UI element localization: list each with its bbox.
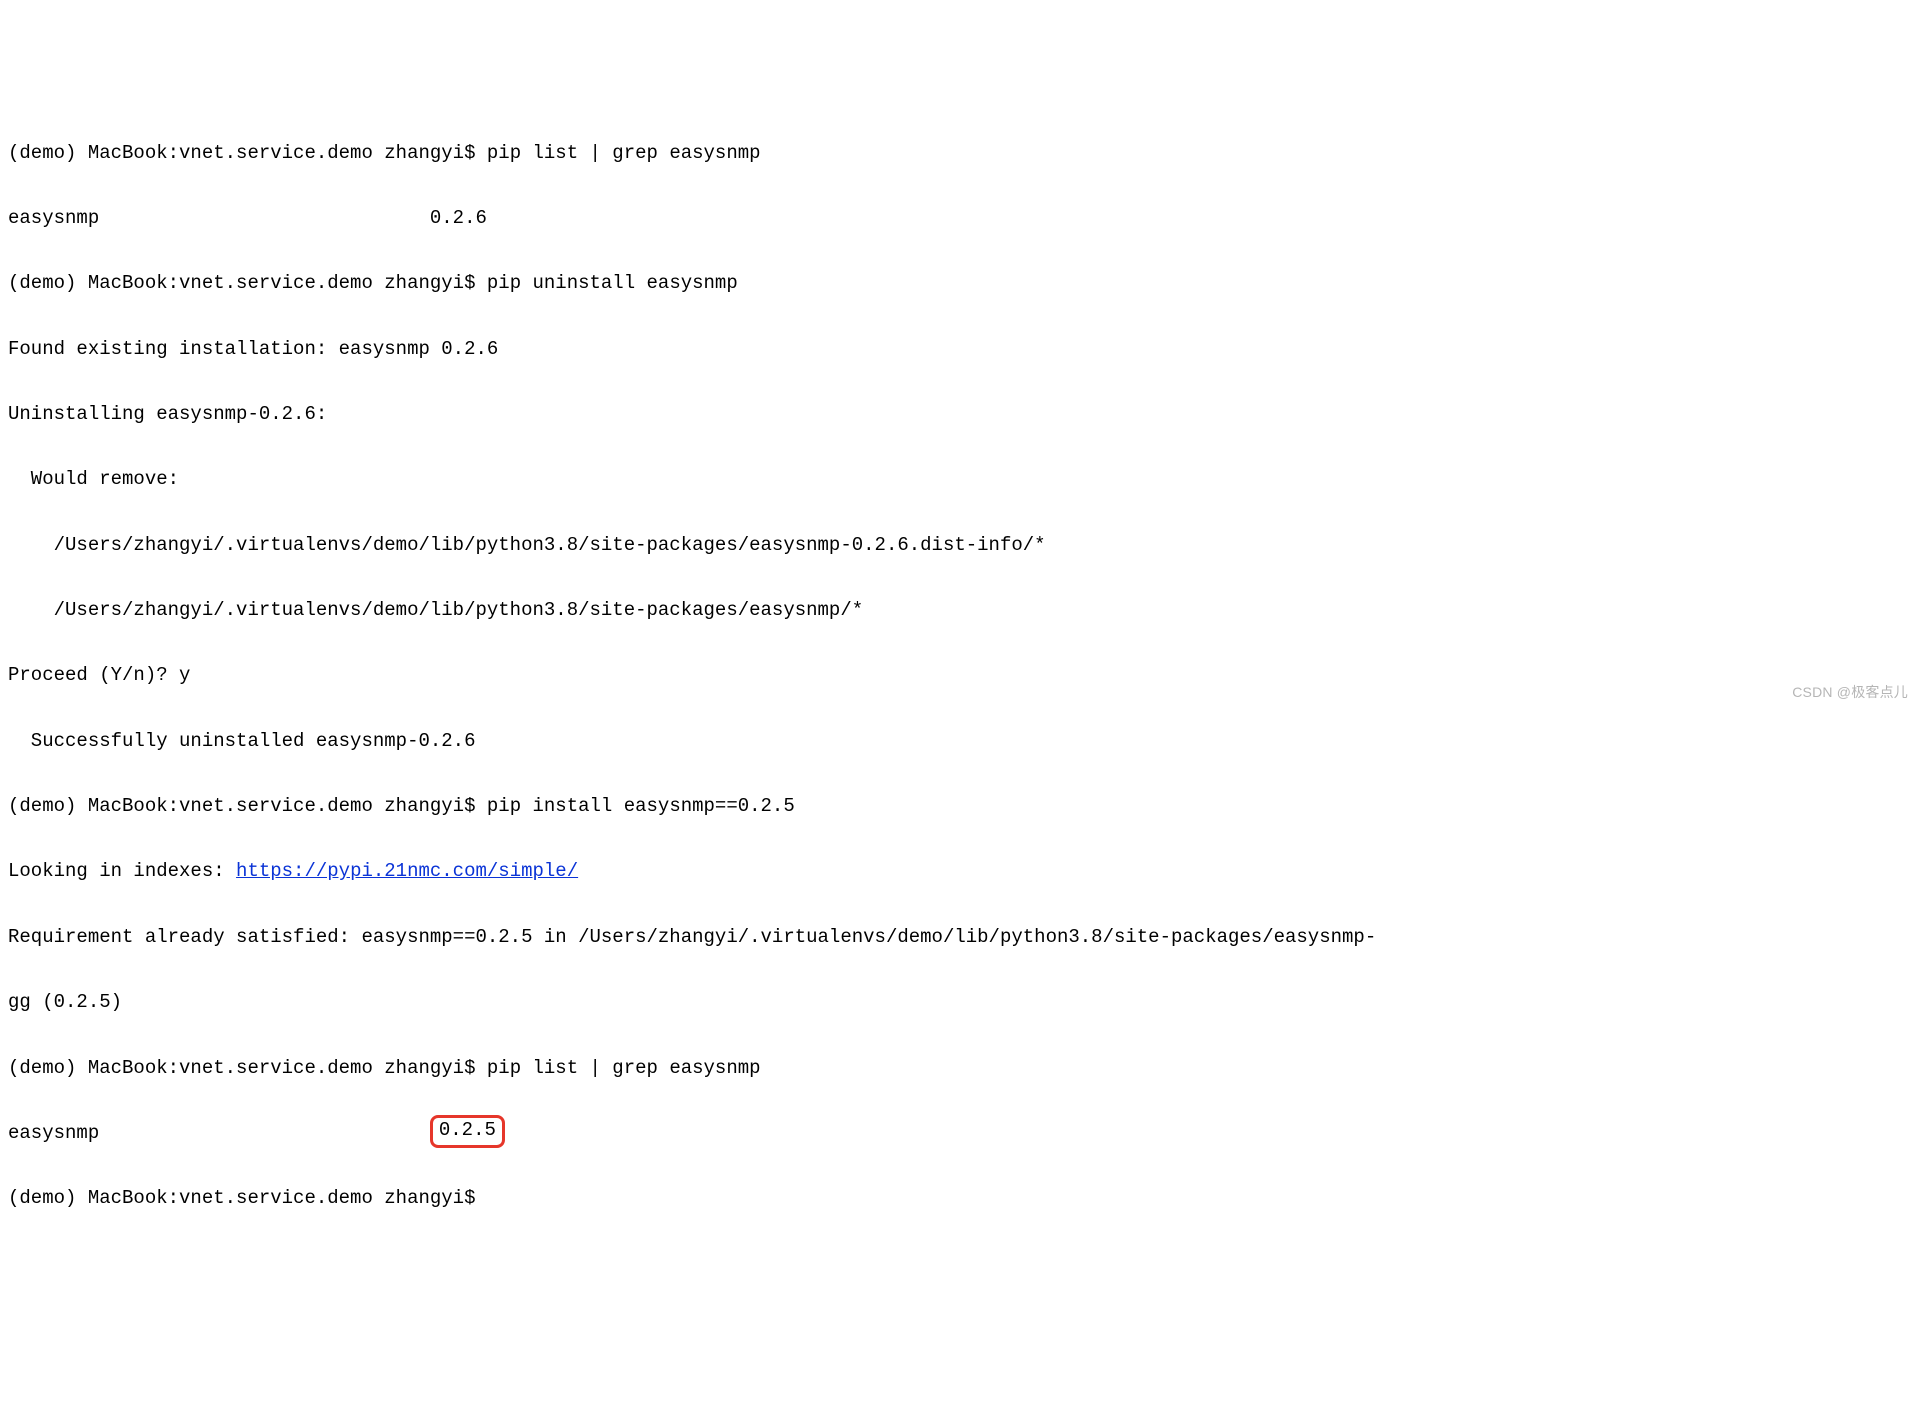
version-highlight-box: 0.2.5 xyxy=(430,1115,505,1148)
terminal-line: gg (0.2.5) xyxy=(8,986,1912,1019)
command-text: pip uninstall easysnmp xyxy=(487,272,738,294)
output-text: /Users/zhangyi/.virtualenvs/demo/lib/pyt… xyxy=(8,534,1046,556)
output-text: Requirement already satisfied: easysnmp=… xyxy=(8,926,1376,948)
terminal-line: Found existing installation: easysnmp 0.… xyxy=(8,333,1912,366)
shell-prompt: (demo) MacBook:vnet.service.demo zhangyi… xyxy=(8,1057,487,1079)
output-text: Uninstalling easysnmp-0.2.6: xyxy=(8,403,327,425)
proceed-prompt: Proceed (Y/n)? xyxy=(8,664,179,686)
terminal-line: /Users/zhangyi/.virtualenvs/demo/lib/pyt… xyxy=(8,594,1912,627)
command-text: pip list | grep easysnmp xyxy=(487,1057,761,1079)
pkg-version: 0.2.6 xyxy=(430,207,487,229)
terminal-line: Would remove: xyxy=(8,463,1912,496)
output-text: gg (0.2.5) xyxy=(8,991,122,1013)
watermark-text: CSDN @极客点儿 xyxy=(1792,680,1908,704)
command-text: pip list | grep easysnmp xyxy=(487,142,761,164)
terminal-line: Looking in indexes: https://pypi.21nmc.c… xyxy=(8,855,1912,888)
shell-prompt: (demo) MacBook:vnet.service.demo zhangyi… xyxy=(8,272,487,294)
shell-prompt: (demo) MacBook:vnet.service.demo zhangyi… xyxy=(8,795,487,817)
terminal-line: Successfully uninstalled easysnmp-0.2.6 xyxy=(8,725,1912,758)
terminal-line: (demo) MacBook:vnet.service.demo zhangyi… xyxy=(8,1052,1912,1085)
terminal-line: Requirement already satisfied: easysnmp=… xyxy=(8,921,1912,954)
terminal-line: easysnmp 0.2.5 xyxy=(8,1117,1912,1150)
output-text: Looking in indexes: xyxy=(8,860,236,882)
output-text: Successfully uninstalled easysnmp-0.2.6 xyxy=(8,730,475,752)
command-text: pip install easysnmp==0.2.5 xyxy=(487,795,795,817)
output-text: Found existing installation: easysnmp 0.… xyxy=(8,338,498,360)
terminal-line: Uninstalling easysnmp-0.2.6: xyxy=(8,398,1912,431)
terminal-line: (demo) MacBook:vnet.service.demo zhangyi… xyxy=(8,137,1912,170)
terminal-line: easysnmp 0.2.6 xyxy=(8,202,1912,235)
user-input[interactable]: y xyxy=(179,664,190,686)
output-text: Would remove: xyxy=(8,468,179,490)
shell-prompt: (demo) MacBook:vnet.service.demo zhangyi… xyxy=(8,142,487,164)
pkg-version: 0.2.5 xyxy=(439,1119,496,1141)
shell-prompt: (demo) MacBook:vnet.service.demo zhangyi… xyxy=(8,1187,487,1209)
terminal-line: (demo) MacBook:vnet.service.demo zhangyi… xyxy=(8,790,1912,823)
index-url-link[interactable]: https://pypi.21nmc.com/simple/ xyxy=(236,860,578,882)
terminal-line: Proceed (Y/n)? y xyxy=(8,659,1912,692)
terminal-line: (demo) MacBook:vnet.service.demo zhangyi… xyxy=(8,1182,1912,1215)
terminal-line: (demo) MacBook:vnet.service.demo zhangyi… xyxy=(8,267,1912,300)
pkg-name: easysnmp xyxy=(8,1122,430,1144)
pkg-name: easysnmp xyxy=(8,207,430,229)
terminal-line: /Users/zhangyi/.virtualenvs/demo/lib/pyt… xyxy=(8,529,1912,562)
output-text: /Users/zhangyi/.virtualenvs/demo/lib/pyt… xyxy=(8,599,863,621)
